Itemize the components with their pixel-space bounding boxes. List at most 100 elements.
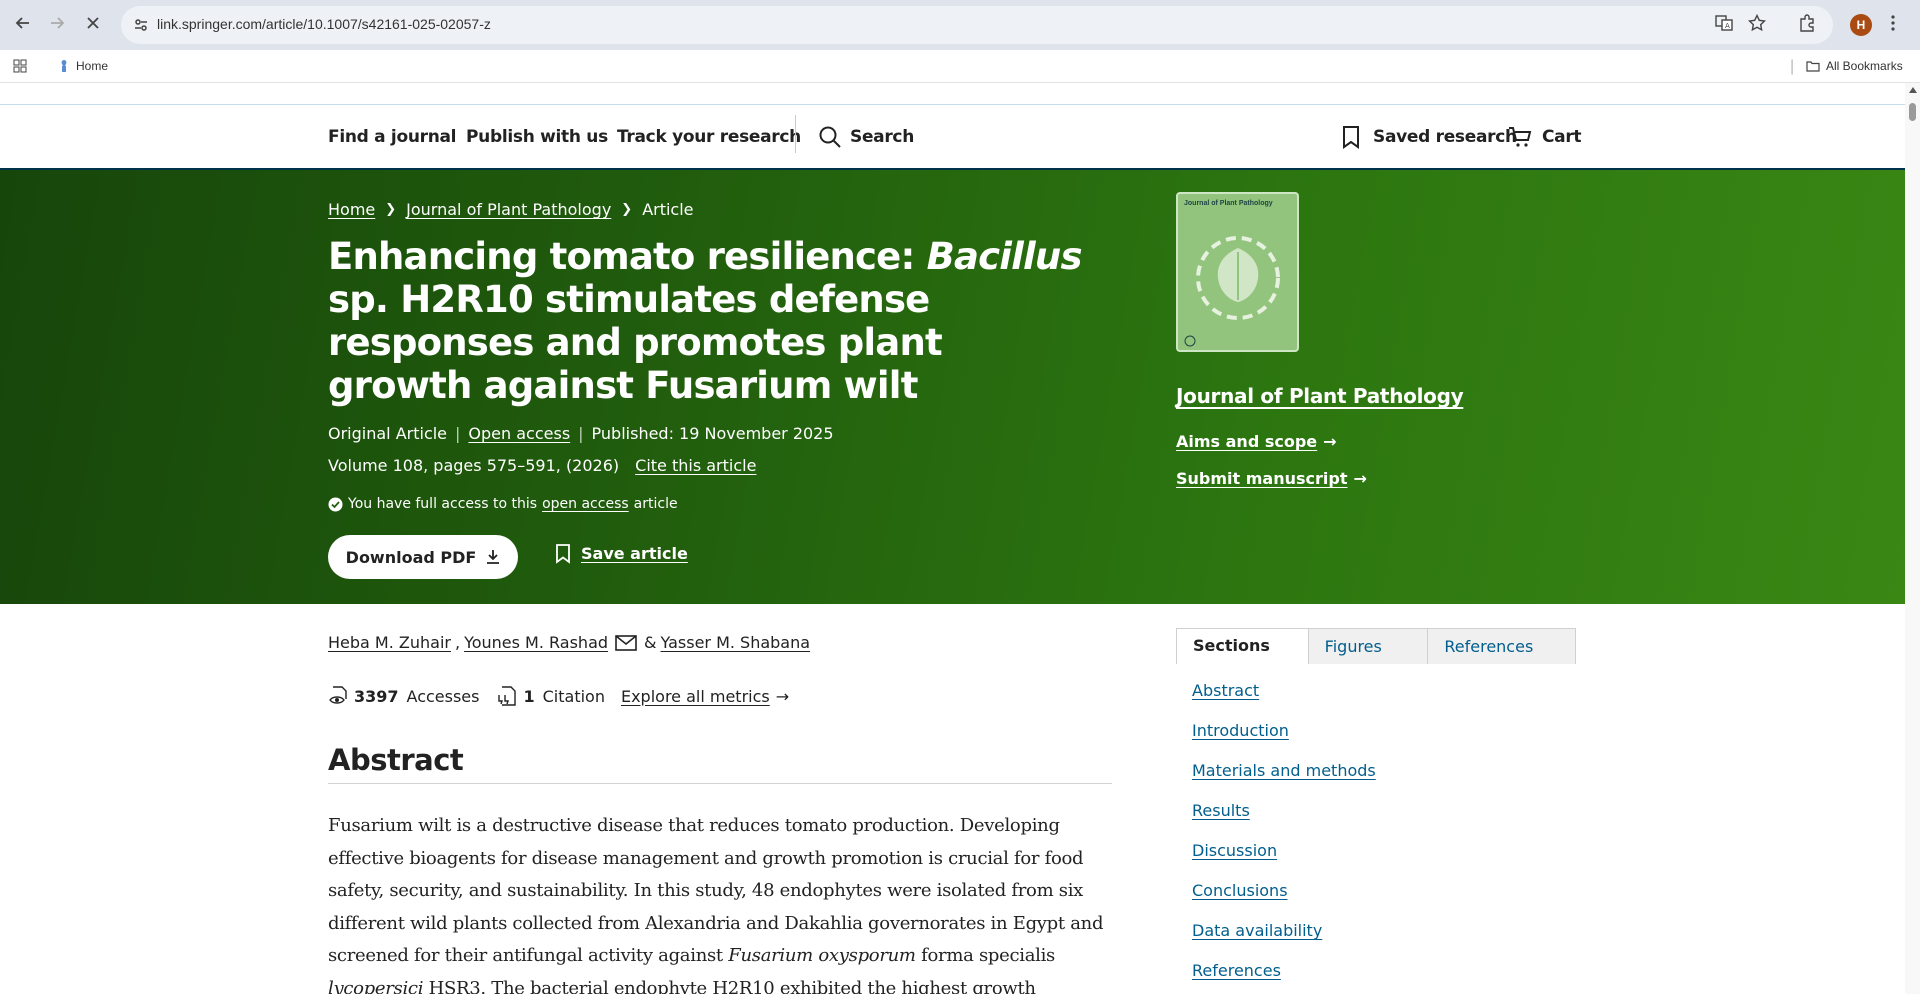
back-icon[interactable] — [12, 12, 34, 34]
download-icon — [487, 550, 500, 564]
author-separator: , — [454, 633, 461, 652]
folder-icon — [1806, 61, 1820, 72]
chevron-right-icon: ❯ — [621, 202, 633, 217]
tab-references[interactable]: References — [1427, 629, 1575, 664]
bookmark-home[interactable]: Home — [58, 59, 108, 73]
title-part2: sp. H2R10 stimulates defense responses a… — [328, 278, 943, 407]
nav-cart[interactable]: Cart — [1542, 127, 1582, 147]
all-bookmarks-label: All Bookmarks — [1826, 59, 1903, 73]
abstract-part2: HSR3. The bacterial endophyte H2R10 exhi… — [428, 977, 1036, 994]
page-scrollbar[interactable] — [1905, 83, 1920, 994]
url-text[interactable]: link.springer.com/article/10.1007/s42161… — [157, 16, 491, 32]
bookmark-star-icon[interactable] — [1747, 13, 1767, 37]
breadcrumb-journal[interactable]: Journal of Plant Pathology — [406, 200, 611, 219]
forward-icon[interactable] — [46, 12, 68, 34]
journal-name-link[interactable]: Journal of Plant Pathology — [1176, 384, 1464, 408]
check-circle-icon — [328, 497, 343, 511]
accesses-label: Accesses — [406, 686, 480, 706]
extensions-icon[interactable] — [1798, 14, 1816, 37]
author-list: Heba M. Zuhair, Younes M. Rashad & Yasse… — [328, 633, 810, 652]
toc-item-references[interactable]: References — [1192, 961, 1376, 994]
journal-cover-image[interactable]: Journal of Plant Pathology — [1176, 192, 1299, 352]
leaf-illustration-icon — [1184, 236, 1280, 347]
site-info-icon[interactable] — [133, 17, 149, 38]
accesses-icon — [329, 686, 347, 704]
nav-search[interactable]: Search — [850, 127, 914, 147]
toc-item-discussion[interactable]: Discussion — [1192, 841, 1376, 881]
article-hero: Home ❯ Journal of Plant Pathology ❯ Arti… — [0, 170, 1905, 604]
page-content: Find a journal Publish with us Track you… — [0, 83, 1905, 994]
article-metrics: 3397 Accesses 1 Citation Explore all met… — [328, 685, 789, 707]
volume-info: Volume 108, pages 575–591, (2026) — [328, 456, 620, 475]
apps-grid-icon[interactable] — [13, 59, 27, 73]
scrollbar-thumb[interactable] — [1909, 103, 1916, 121]
abstract-italic1: Fusarium oxysporum — [728, 945, 916, 966]
download-pdf-button[interactable]: Download PDF — [328, 535, 518, 579]
bookmarks-bar: Home | All Bookmarks — [0, 50, 1920, 83]
cite-article-link[interactable]: Cite this article — [635, 456, 756, 475]
tab-figures[interactable]: Figures — [1307, 629, 1428, 664]
author-link[interactable]: Yasser M. Shabana — [661, 633, 811, 652]
article-volume-row: Volume 108, pages 575–591, (2026) Cite t… — [328, 456, 756, 475]
arrow-right-icon: → — [1353, 469, 1367, 488]
toc-item-data-availability[interactable]: Data availability — [1192, 921, 1376, 961]
citation-count: 1 — [523, 686, 535, 706]
abstract-text: Fusarium wilt is a destructive disease t… — [328, 810, 1118, 994]
citation-icon — [498, 686, 517, 706]
article-type: Original Article — [328, 424, 448, 443]
bookmark-icon[interactable] — [1342, 125, 1360, 154]
save-article-button[interactable]: Save article — [555, 543, 688, 564]
browser-toolbar: link.springer.com/article/10.1007/s42161… — [0, 0, 1920, 50]
breadcrumb-current: Article — [642, 200, 694, 219]
toc-item-results[interactable]: Results — [1192, 801, 1376, 841]
explore-metrics-link[interactable]: Explore all metrics — [621, 687, 770, 706]
abstract-heading: Abstract — [328, 743, 1112, 784]
toc-item-conclusions[interactable]: Conclusions — [1192, 881, 1376, 921]
sections-toc: Abstract Introduction Materials and meth… — [1192, 681, 1376, 994]
title-part1: Enhancing tomato resilience: — [328, 235, 927, 278]
bookmark-home-label: Home — [76, 59, 109, 73]
menu-kebab-icon[interactable] — [1890, 14, 1896, 37]
toc-item-abstract[interactable]: Abstract — [1192, 681, 1376, 721]
accesses-count: 3397 — [354, 686, 399, 706]
address-bar[interactable]: link.springer.com/article/10.1007/s42161… — [121, 6, 1833, 44]
search-icon[interactable] — [818, 125, 842, 154]
arrow-right-icon: → — [775, 686, 790, 706]
tab-sections[interactable]: Sections — [1177, 629, 1308, 664]
aims-scope-label: Aims and scope — [1176, 432, 1318, 451]
nav-saved-research[interactable]: Saved research — [1373, 127, 1517, 147]
abstract-mid: forma specialis — [915, 945, 1055, 966]
scroll-up-arrow-icon[interactable] — [1909, 87, 1917, 93]
author-link[interactable]: Heba M. Zuhair — [328, 633, 451, 652]
breadcrumb-home[interactable]: Home — [328, 200, 375, 219]
bookmarks-divider: | — [1790, 58, 1795, 75]
title-italic: Bacillus — [926, 235, 1083, 278]
all-bookmarks[interactable]: All Bookmarks — [1806, 59, 1903, 73]
stop-loading-icon[interactable] — [82, 12, 104, 34]
abstract-part1: Fusarium wilt is a destructive disease t… — [328, 815, 1104, 966]
svg-text:A: A — [1725, 22, 1730, 30]
translate-icon[interactable]: A — [1715, 14, 1733, 37]
aims-scope-link[interactable]: Aims and scope → — [1176, 432, 1337, 451]
citation-label: Citation — [542, 686, 605, 706]
abstract-italic2: lycopersici — [328, 977, 424, 994]
email-icon[interactable] — [615, 634, 637, 651]
author-ampersand: & — [644, 633, 657, 652]
toc-item-introduction[interactable]: Introduction — [1192, 721, 1376, 761]
nav-find-journal[interactable]: Find a journal — [328, 127, 457, 147]
author-link[interactable]: Younes M. Rashad — [464, 633, 608, 652]
toc-item-materials-methods[interactable]: Materials and methods — [1192, 761, 1376, 801]
nav-track-research[interactable]: Track your research — [617, 127, 801, 147]
top-strip — [0, 83, 1905, 105]
cart-icon[interactable] — [1508, 125, 1532, 154]
meta-separator: | — [455, 424, 461, 443]
meta-separator: | — [578, 424, 584, 443]
profile-avatar[interactable]: H — [1850, 14, 1872, 36]
nav-publish[interactable]: Publish with us — [466, 127, 608, 147]
article-meta: Original Article | Open access | Publish… — [328, 424, 834, 443]
bookmark-outline-icon — [556, 544, 570, 564]
article-title: Enhancing tomato resilience: Bacillus sp… — [328, 235, 1088, 407]
access-open-access-link[interactable]: open access — [542, 496, 629, 512]
submit-manuscript-link[interactable]: Submit manuscript → — [1176, 469, 1367, 488]
open-access-link[interactable]: Open access — [468, 424, 570, 443]
